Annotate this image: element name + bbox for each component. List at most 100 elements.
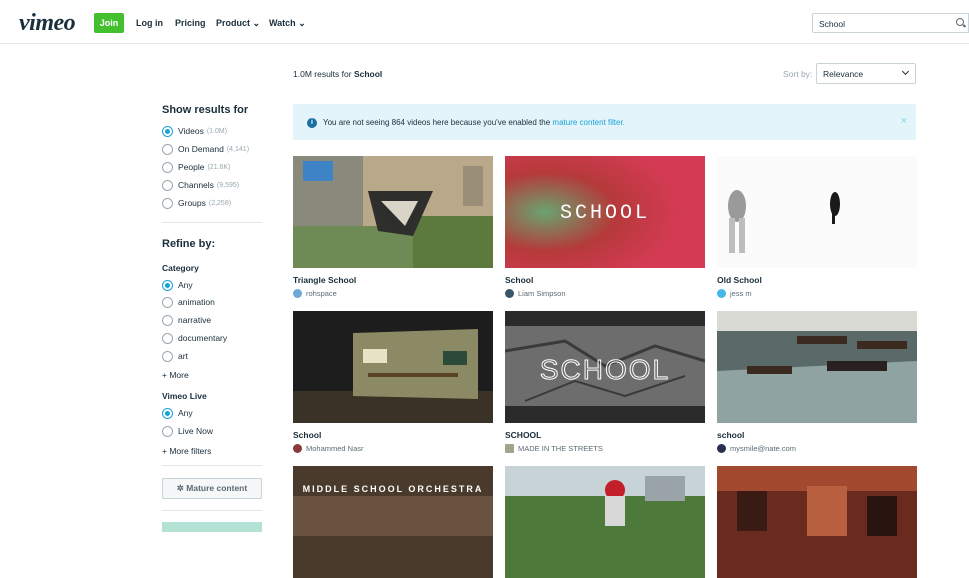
category-animation[interactable]: animation: [162, 295, 215, 309]
author-name: Mohammed Nasr: [306, 444, 364, 453]
radio-icon[interactable]: [162, 197, 173, 209]
mature-filter-link[interactable]: mature content filter.: [552, 118, 624, 127]
avatar: [505, 444, 514, 453]
radio-icon[interactable]: [162, 279, 173, 291]
video-thumbnail[interactable]: SCHOOL: [505, 156, 705, 268]
option-label: Videos: [178, 126, 204, 136]
category-narrative[interactable]: narrative: [162, 313, 211, 327]
gear-icon: ✲: [176, 483, 184, 493]
video-thumbnail[interactable]: [293, 311, 493, 423]
vimeo-live-heading: Vimeo Live: [162, 391, 207, 401]
video-title[interactable]: School: [505, 275, 533, 285]
chevron-down-icon: ⌄: [298, 18, 306, 28]
crowd-thumbnail: [717, 466, 917, 578]
radio-icon[interactable]: [162, 350, 173, 362]
divider: [162, 465, 262, 466]
login-link[interactable]: Log in: [136, 18, 163, 28]
divider: [162, 510, 262, 511]
video-thumbnail[interactable]: [717, 466, 917, 578]
radio-icon[interactable]: [162, 179, 173, 191]
avatar: [505, 289, 514, 298]
search-input[interactable]: School: [812, 13, 969, 33]
option-label: Channels: [178, 180, 214, 190]
video-thumbnail[interactable]: [717, 156, 917, 268]
option-label: animation: [178, 297, 215, 307]
join-button[interactable]: Join: [94, 13, 124, 33]
filter-on-demand[interactable]: On Demand (4,141): [162, 142, 249, 156]
radio-icon[interactable]: [162, 332, 173, 344]
option-label: On Demand: [178, 144, 224, 154]
thumb-title-text: MIDDLE SCHOOL ORCHESTRA: [303, 484, 484, 494]
option-label: People: [178, 162, 205, 172]
video-title[interactable]: Triangle School: [293, 275, 356, 285]
product-menu[interactable]: Product ⌄: [216, 18, 260, 29]
search-input-value: School: [819, 19, 845, 29]
live-any[interactable]: Any: [162, 406, 193, 420]
orchestra-thumbnail: MIDDLE SCHOOL ORCHESTRA: [293, 466, 493, 578]
author-name: MADE IN THE STREETS: [518, 444, 603, 453]
more-categories-link[interactable]: + More: [162, 370, 189, 380]
category-heading: Category: [162, 263, 199, 273]
video-author[interactable]: Mohammed Nasr: [293, 444, 364, 453]
chevron-down-icon: [901, 67, 910, 76]
video-thumbnail[interactable]: [505, 466, 705, 578]
live-now[interactable]: Live Now: [162, 424, 213, 438]
aerial-building-thumbnail: [293, 156, 493, 268]
video-title[interactable]: School: [293, 430, 321, 440]
video-author[interactable]: Liam Simpson: [505, 289, 566, 298]
sort-select[interactable]: Relevance: [816, 63, 916, 84]
radio-icon[interactable]: [162, 314, 173, 326]
sidebar-action-button[interactable]: [162, 522, 262, 532]
radio-icon[interactable]: [162, 125, 173, 137]
banner-message: You are not seeing 864 videos here becau…: [323, 118, 551, 127]
category-any[interactable]: Any: [162, 278, 193, 292]
category-documentary[interactable]: documentary: [162, 331, 227, 345]
video-thumbnail[interactable]: SCHOOL: [505, 311, 705, 423]
watch-menu[interactable]: Watch ⌄: [269, 18, 306, 29]
option-count: (2,258): [208, 199, 232, 207]
filter-groups[interactable]: Groups (2,258): [162, 196, 231, 210]
filter-people[interactable]: People (21.6K): [162, 160, 230, 174]
video-author[interactable]: jess m: [717, 289, 752, 298]
filter-videos[interactable]: Videos (1.0M): [162, 124, 227, 138]
sort-label: Sort by:: [783, 69, 813, 79]
more-filters-link[interactable]: + More filters: [162, 446, 211, 456]
pricing-link[interactable]: Pricing: [175, 18, 206, 28]
radio-icon[interactable]: [162, 143, 173, 155]
avatar: [717, 289, 726, 298]
author-name: Liam Simpson: [518, 289, 566, 298]
radio-icon[interactable]: [162, 296, 173, 308]
avatar: [293, 444, 302, 453]
school-cracked-thumbnail: SCHOOL: [505, 311, 705, 423]
option-label: documentary: [178, 333, 228, 343]
video-title[interactable]: school: [717, 430, 744, 440]
radio-icon[interactable]: [162, 407, 173, 419]
option-label: Live Now: [178, 426, 213, 436]
close-icon[interactable]: ×: [901, 115, 907, 127]
results-count-text: 1.0M results for: [293, 69, 352, 79]
category-art[interactable]: art: [162, 349, 188, 363]
video-title[interactable]: SCHOOL: [505, 430, 541, 440]
video-thumbnail[interactable]: MIDDLE SCHOOL ORCHESTRA: [293, 466, 493, 578]
sort-select-value: Relevance: [823, 69, 864, 79]
video-thumbnail[interactable]: [293, 156, 493, 268]
radio-icon[interactable]: [162, 425, 173, 437]
video-author[interactable]: mysmile@nate.com: [717, 444, 796, 453]
radio-icon[interactable]: [162, 161, 173, 173]
option-label: Any: [178, 408, 193, 418]
filter-channels[interactable]: Channels (9,595): [162, 178, 239, 192]
search-icon[interactable]: [956, 18, 964, 26]
mature-filter-banner: i You are not seeing 864 videos here bec…: [293, 104, 916, 140]
option-label: art: [178, 351, 188, 361]
top-navigation-bar: vimeo Join Log in Pricing Product ⌄ Watc…: [0, 0, 969, 44]
video-author[interactable]: MADE IN THE STREETS: [505, 444, 603, 453]
vimeo-logo[interactable]: vimeo: [19, 10, 76, 37]
video-thumbnail[interactable]: [717, 311, 917, 423]
banner-text: You are not seeing 864 videos here becau…: [323, 118, 625, 127]
video-title[interactable]: Old School: [717, 275, 762, 285]
option-label: Groups: [178, 198, 206, 208]
video-author[interactable]: rohspace: [293, 289, 337, 298]
empty-classroom-thumbnail: [717, 311, 917, 423]
mature-content-button[interactable]: ✲ Mature content: [162, 478, 262, 499]
refine-heading: Refine by:: [162, 238, 216, 250]
